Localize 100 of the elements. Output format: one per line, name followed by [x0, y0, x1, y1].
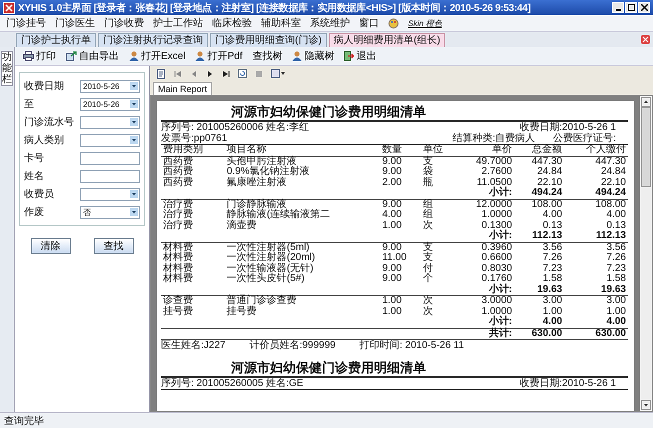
table-cell: 挂号费 [226, 306, 257, 316]
maximize-icon [628, 4, 634, 11]
toolbar-button[interactable]: 打印 [19, 48, 60, 64]
skin-label[interactable]: Skin 橙色 [408, 18, 442, 28]
close-icon [640, 4, 648, 11]
document-tab[interactable]: 门诊注射执行记录查询 [98, 33, 208, 47]
dropdown-field[interactable] [80, 134, 140, 146]
dropdown-field[interactable]: 2010-5-26 [80, 98, 140, 110]
scroll-down-icon[interactable] [641, 400, 651, 410]
toolbar-button[interactable]: 隐藏树 [288, 48, 338, 64]
text-field[interactable] [80, 152, 140, 164]
person-icon [195, 51, 206, 61]
table-cell: 个 [423, 273, 434, 284]
menu-item[interactable]: 辅助科室 [261, 16, 301, 30]
palette-icon [388, 18, 399, 28]
subtotal-label: 小计: [488, 284, 512, 294]
table-cell: 2.7600 [482, 166, 512, 177]
info-text: 收费日期:2010-5-26 1 [519, 378, 616, 389]
menu-item[interactable]: 窗口 [359, 16, 379, 30]
close-button[interactable] [638, 2, 650, 13]
footer-text: 医生姓名:J227 [161, 340, 226, 351]
form-button[interactable]: 查找 [94, 238, 134, 254]
vertical-scrollbar[interactable] [640, 96, 652, 411]
menu-item[interactable]: 护士工作站 [153, 16, 203, 30]
table-cell: 1.0000 [482, 209, 512, 220]
scroll-up-icon[interactable] [641, 97, 651, 107]
table-cell: 1.00 [382, 306, 402, 316]
minimize-button[interactable] [612, 2, 624, 13]
last-page-icon[interactable] [222, 70, 230, 78]
table-cell: 447.30 [532, 156, 562, 166]
table-cell: 袋 [423, 166, 434, 177]
app-logo-icon [3, 2, 15, 14]
page-icon[interactable] [156, 68, 166, 78]
table-cell: 一次性输液器(无针) [226, 262, 314, 274]
field-label: 病人类别 [24, 134, 64, 147]
subtotal-amount: 494.24 [532, 187, 562, 198]
toolbar-button[interactable]: 打开Pdf [191, 48, 246, 64]
menu-item[interactable]: 门诊医生 [55, 16, 95, 30]
column-header: 单位 [423, 144, 444, 155]
menu-item[interactable]: 门诊收费 [104, 16, 144, 30]
menu-item[interactable]: 系统维护 [310, 16, 350, 30]
document-tab[interactable]: 病人明细费用清单(组长) [328, 33, 446, 47]
table-cell: 一次性注射器(20ml) [226, 252, 316, 263]
dropdown-field[interactable]: 2010-5-26 [80, 80, 140, 92]
table-cell: 9.00 [382, 198, 402, 210]
first-page-icon[interactable] [174, 70, 182, 78]
menu-item[interactable]: 临床检验 [212, 16, 252, 30]
field-label: 姓名 [24, 170, 44, 183]
maximize-button[interactable] [625, 2, 637, 13]
total-amount: 630.00 [532, 328, 562, 338]
table-cell: 次 [423, 306, 434, 316]
info-text: 序列号: 201005260006 姓名:李红 [161, 122, 309, 133]
side-tab[interactable]: 功能栏 [1, 51, 13, 86]
report-title: 河源市妇幼保健门诊费用明细清单 [230, 103, 427, 120]
table-cell: 一次性注射器(5ml) [226, 242, 310, 252]
table-cell: 滴壶费 [226, 220, 257, 230]
next-page-icon[interactable] [206, 70, 214, 78]
table-cell: 0.8030 [482, 262, 512, 274]
caret-icon [130, 118, 138, 126]
table-cell: 1.00 [542, 306, 562, 316]
total-label: 共计: [488, 328, 512, 338]
person-icon [292, 51, 302, 61]
table-cell: 材料费 [163, 273, 193, 284]
status-text: 查询完毕 [4, 414, 44, 428]
document-tab[interactable]: 门诊费用明细查询(门诊) [210, 33, 327, 47]
toolbar-button[interactable]: 打开Excel [125, 48, 190, 64]
toolbar-button[interactable]: 退出 [340, 48, 380, 64]
table-cell: 0.9%氯化钠注射液 [226, 166, 310, 177]
refresh-icon[interactable] [238, 69, 247, 78]
document-tab[interactable]: 门诊护士执行单 [16, 33, 96, 47]
form-button[interactable]: 清除 [30, 238, 70, 254]
dropdown-field[interactable] [80, 188, 140, 200]
close-icon[interactable] [641, 35, 650, 44]
table-cell: 氟康唑注射液 [226, 176, 287, 188]
table-cell: 447.30 [595, 156, 626, 166]
zoom-icon[interactable] [271, 69, 285, 78]
field-label: 门诊流水号 [24, 116, 74, 129]
table-cell: 次 [423, 220, 434, 230]
subtotal-amount: 4.00 [606, 316, 626, 327]
toolbar-button[interactable]: 查找树 [248, 48, 286, 64]
scrollbar-thumb[interactable] [641, 107, 651, 187]
field-label: 卡号 [24, 152, 44, 165]
table-cell: 西药费 [163, 166, 193, 177]
report-title: 河源市妇幼保健门诊费用明细清单 [230, 359, 427, 376]
report-tab[interactable]: Main Report [153, 82, 212, 95]
info-text: 收费日期:2010-5-26 1 [519, 122, 616, 133]
text-field[interactable] [80, 170, 140, 182]
toolbar-button[interactable]: 自由导出 [62, 48, 123, 64]
field-label: 收费员 [24, 188, 54, 201]
table-cell: 2.00 [382, 176, 402, 188]
column-header: 单价 [492, 144, 512, 155]
info-text: 结算种类:自费病人 [452, 133, 536, 144]
dropdown-field[interactable] [80, 116, 140, 128]
table-cell: 组 [423, 198, 434, 210]
table-cell: 材料费 [163, 262, 193, 274]
dropdown-field[interactable]: 否 [80, 206, 140, 218]
previous-page-icon[interactable] [190, 70, 198, 78]
table-cell: 7.26 [606, 252, 626, 263]
table-cell: 9.00 [382, 156, 402, 166]
menu-item[interactable]: 门诊挂号 [6, 16, 46, 30]
